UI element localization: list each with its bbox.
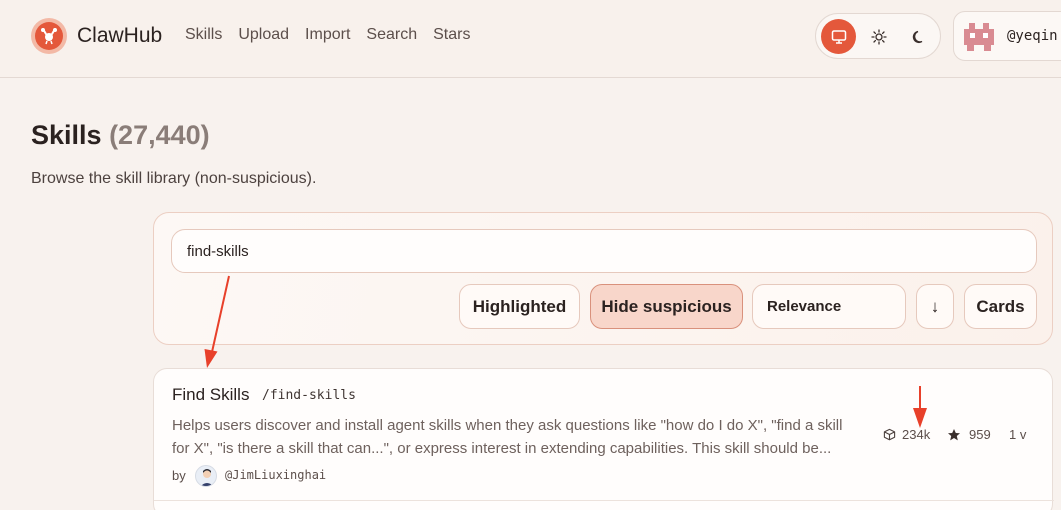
skill-slug: /find-skills <box>262 388 356 403</box>
sort-direction-button[interactable]: ↓ <box>916 284 954 329</box>
page-subtitle: Browse the skill library (non-suspicious… <box>31 170 317 187</box>
skill-title[interactable]: Find Skills <box>172 385 249 405</box>
moon-icon <box>912 30 922 43</box>
user-menu[interactable]: @yeqin <box>953 11 1061 61</box>
person-icon <box>200 469 214 486</box>
sun-icon <box>870 28 887 45</box>
skills-count: (27,440) <box>109 120 210 150</box>
versions-count: 1 v <box>1009 427 1027 442</box>
view-mode-button[interactable]: Cards <box>964 284 1037 329</box>
nav-import[interactable]: Import <box>305 26 350 44</box>
theme-switcher <box>815 13 941 59</box>
highlighted-filter-button[interactable]: Highlighted <box>459 284 580 329</box>
clawhub-logo[interactable] <box>31 18 67 54</box>
card-divider <box>154 500 1054 501</box>
stars-count: 959 <box>969 427 991 442</box>
versions-stat: 1 v <box>1009 427 1026 442</box>
search-panel: Highlighted Hide suspicious Relevance ↓ … <box>153 212 1053 345</box>
skill-card[interactable]: Find Skills /find-skills Helps users dis… <box>153 368 1054 510</box>
package-icon <box>883 428 896 441</box>
theme-system-button[interactable] <box>821 19 856 54</box>
brand-name[interactable]: ClawHub <box>77 24 162 48</box>
user-avatar-icon <box>964 23 994 51</box>
skill-by-label: by <box>172 468 186 483</box>
monitor-icon <box>831 29 846 44</box>
downloads-stat: 234k <box>883 427 930 442</box>
theme-light-button[interactable] <box>861 19 896 54</box>
downloads-count: 234k <box>902 427 931 442</box>
page-title-text: Skills <box>31 120 102 150</box>
author-handle[interactable]: @JimLiuxinghai <box>225 468 326 482</box>
sort-select-value: Relevance <box>767 298 842 315</box>
lobster-icon <box>35 22 63 50</box>
nav-stars[interactable]: Stars <box>433 26 470 44</box>
search-input[interactable] <box>171 229 1037 273</box>
theme-dark-button[interactable] <box>901 19 936 54</box>
hide-suspicious-toggle[interactable]: Hide suspicious <box>590 284 743 329</box>
main-nav: Skills Upload Import Search Stars <box>185 26 486 44</box>
page-title: Skills (27,440) <box>31 120 210 151</box>
nav-skills[interactable]: Skills <box>185 26 222 44</box>
author-avatar[interactable] <box>195 465 217 487</box>
nav-upload[interactable]: Upload <box>238 26 289 44</box>
nav-search[interactable]: Search <box>366 26 417 44</box>
stars-stat: 959 <box>947 427 991 442</box>
star-icon <box>948 428 960 440</box>
user-handle: @yeqin <box>1007 28 1058 44</box>
sort-select[interactable]: Relevance <box>752 284 906 329</box>
top-bar: ClawHub Skills Upload Import Search Star… <box>0 0 1061 78</box>
skill-description: Helps users discover and install agent s… <box>172 417 843 457</box>
